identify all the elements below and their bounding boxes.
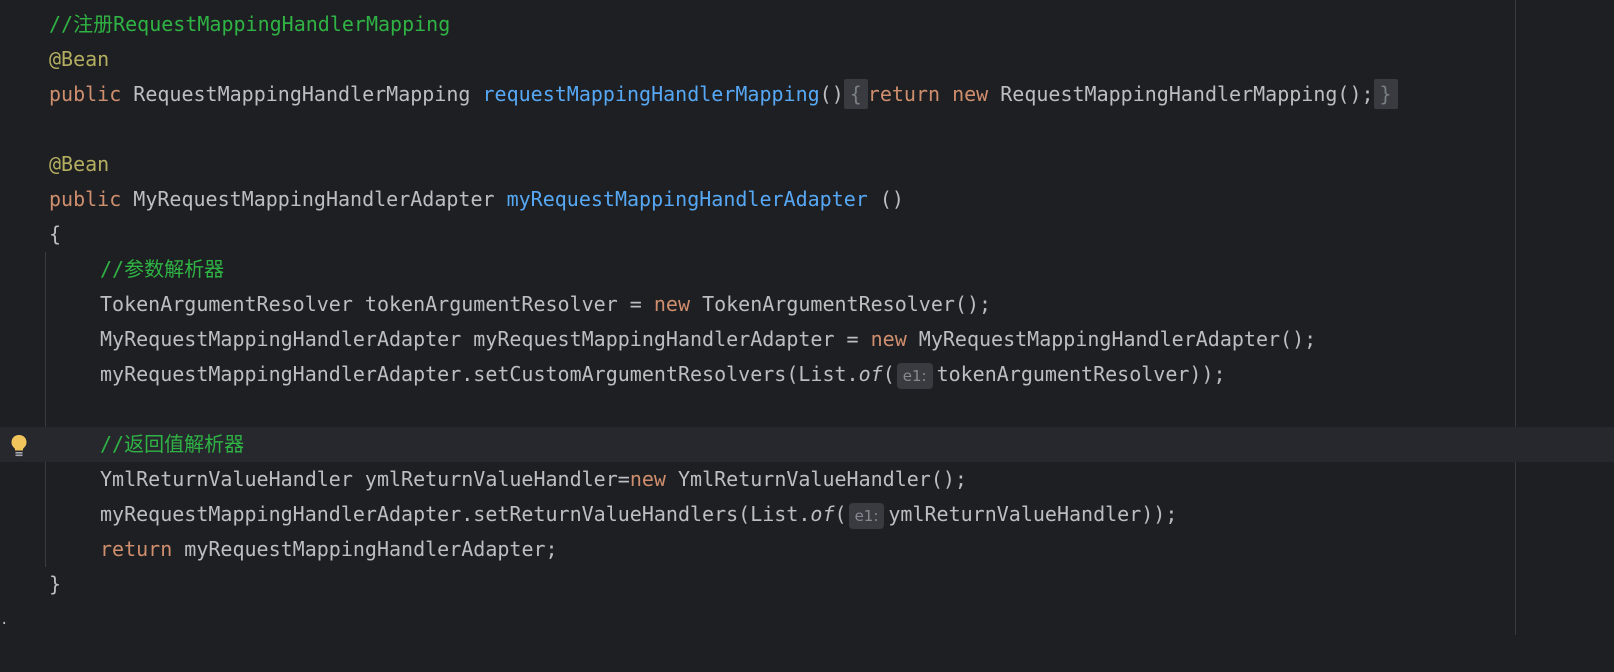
paren: ( — [882, 362, 895, 386]
argument: ymlReturnValueHandler)); — [888, 502, 1178, 526]
statement: YmlReturnValueHandler ymlReturnValueHand… — [100, 462, 967, 497]
fold-open-region[interactable]: { — [843, 79, 868, 109]
method-name[interactable]: requestMappingHandlerMapping — [483, 82, 820, 106]
edge-marker: . — [0, 612, 9, 628]
keyword-new: new — [870, 327, 907, 351]
declaration: YmlReturnValueHandler ymlReturnValueHand… — [100, 467, 630, 491]
declaration: MyRequestMappingHandlerAdapter myRequest… — [100, 327, 871, 351]
code-line-empty[interactable] — [0, 112, 1560, 147]
statement: TokenArgumentResolver tokenArgumentResol… — [100, 287, 991, 322]
code-line[interactable]: @Bean — [0, 147, 1560, 182]
parameter-hint: e1: — [848, 502, 885, 529]
keyword-new: new — [952, 82, 989, 106]
fold-close-region[interactable]: } — [1373, 79, 1398, 109]
return-type: RequestMappingHandlerMapping — [133, 82, 471, 106]
method-call: myRequestMappingHandlerAdapter.setCustom… — [100, 362, 859, 386]
annotation: @Bean — [49, 47, 110, 71]
code-line[interactable]: MyRequestMappingHandlerAdapter myRequest… — [0, 322, 1560, 357]
code-line[interactable]: myRequestMappingHandlerAdapter.setCustom… — [0, 357, 1560, 392]
code-comment: //注册RequestMappingHandlerMapping — [49, 12, 451, 36]
parens: () — [819, 82, 844, 106]
code-line[interactable]: public MyRequestMappingHandlerAdapter my… — [0, 182, 1560, 217]
keyword-return: return — [100, 537, 173, 561]
code-line[interactable]: public RequestMappingHandlerMapping requ… — [0, 77, 1560, 112]
code-line[interactable]: YmlReturnValueHandler ymlReturnValueHand… — [0, 462, 1560, 497]
code-line[interactable]: myRequestMappingHandlerAdapter.setReturn… — [0, 497, 1560, 532]
keyword-return: return — [867, 82, 941, 106]
statement: myRequestMappingHandlerAdapter.setReturn… — [100, 497, 1177, 532]
code-line[interactable]: //注册RequestMappingHandlerMapping — [0, 7, 1560, 42]
close-brace: } — [49, 572, 62, 596]
method-call: myRequestMappingHandlerAdapter.setReturn… — [100, 502, 811, 526]
static-method: of — [858, 362, 883, 386]
open-brace: { — [49, 222, 62, 246]
code-comment: //返回值解析器 — [100, 432, 245, 456]
paren: ( — [834, 502, 847, 526]
return-type: MyRequestMappingHandlerAdapter — [133, 187, 495, 211]
constructor-call: RequestMappingHandlerMapping(); — [1000, 82, 1374, 106]
code-line-current[interactable]: //返回值解析器 — [0, 427, 1614, 462]
return-value: myRequestMappingHandlerAdapter; — [184, 537, 558, 561]
code-line[interactable]: //参数解析器 — [0, 252, 1560, 287]
constructor-call: MyRequestMappingHandlerAdapter(); — [918, 327, 1317, 351]
code-line[interactable]: @Bean — [0, 42, 1560, 77]
code-line[interactable]: return myRequestMappingHandlerAdapter; — [0, 532, 1560, 567]
constructor-call: YmlReturnValueHandler(); — [677, 467, 967, 491]
constructor-call: TokenArgumentResolver(); — [702, 292, 992, 316]
argument: tokenArgumentResolver)); — [936, 362, 1226, 386]
method-signature: public MyRequestMappingHandlerAdapter my… — [49, 182, 904, 217]
parameter-hint: e1: — [896, 362, 933, 389]
annotation: @Bean — [49, 152, 110, 176]
code-editor[interactable]: //注册RequestMappingHandlerMapping @Bean p… — [0, 0, 1614, 635]
static-method: of — [810, 502, 835, 526]
declaration: TokenArgumentResolver tokenArgumentResol… — [100, 292, 654, 316]
code-comment: //参数解析器 — [100, 257, 225, 281]
method-name[interactable]: myRequestMappingHandlerAdapter — [507, 187, 868, 211]
keyword-new: new — [653, 292, 691, 316]
keyword-new: new — [629, 467, 666, 491]
method-signature: public RequestMappingHandlerMapping requ… — [49, 77, 1398, 112]
statement: myRequestMappingHandlerAdapter.setCustom… — [100, 357, 1226, 392]
statement: return myRequestMappingHandlerAdapter; — [100, 532, 558, 567]
parens: () — [879, 187, 904, 211]
code-line[interactable]: { — [0, 217, 1560, 252]
keyword-public: public — [49, 82, 122, 106]
keyword-public: public — [49, 187, 122, 211]
code-line[interactable]: } — [0, 567, 1560, 602]
code-line-empty[interactable] — [0, 392, 1560, 427]
lightbulb-icon[interactable] — [10, 434, 28, 458]
statement: MyRequestMappingHandlerAdapter myRequest… — [100, 322, 1316, 357]
code-line[interactable]: TokenArgumentResolver tokenArgumentResol… — [0, 287, 1560, 322]
